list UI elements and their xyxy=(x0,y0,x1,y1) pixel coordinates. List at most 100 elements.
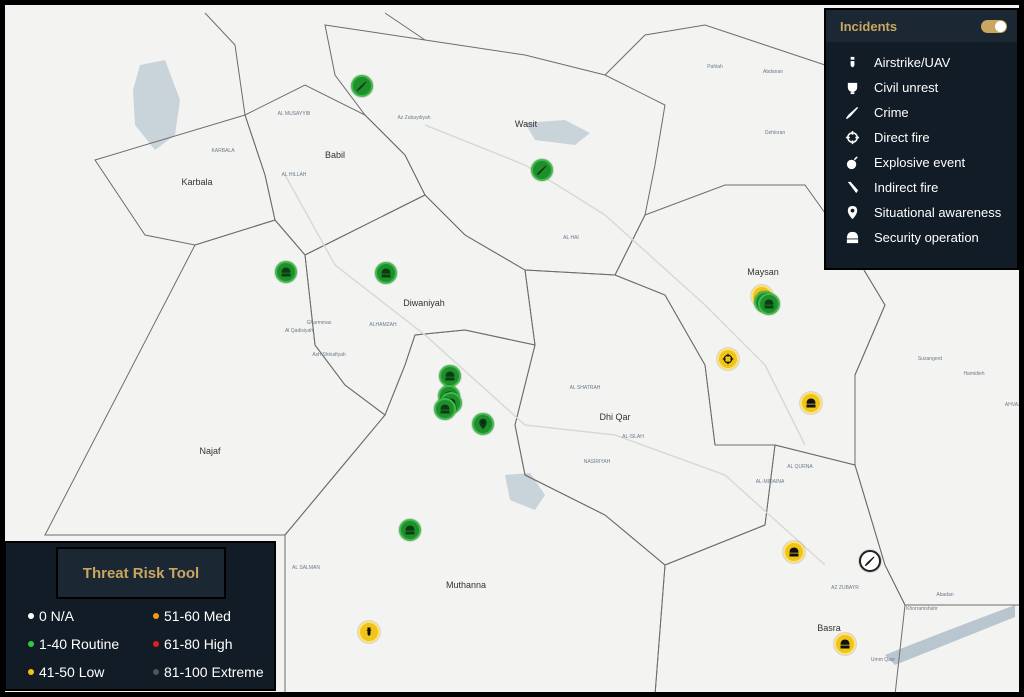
crime-icon xyxy=(844,105,860,121)
border-muthanna xyxy=(284,329,666,692)
map-label: Najaf xyxy=(199,446,221,456)
map-label: AL-MIDAINA xyxy=(755,479,785,485)
threat-level-item: 51-60 Med xyxy=(153,608,278,624)
situational-awareness-icon xyxy=(844,205,860,221)
map-label: AL ISLAH xyxy=(622,434,644,440)
incident-filter-situational-awareness[interactable]: Situational awareness xyxy=(844,200,1017,225)
map-label: AL SALMAN xyxy=(292,565,320,571)
threat-level-dot xyxy=(153,669,159,675)
security-operation-marker[interactable] xyxy=(275,261,297,283)
threat-level-label: 1-40 Routine xyxy=(39,636,120,652)
map-label: Wasit xyxy=(514,119,538,129)
threat-level-dot xyxy=(28,641,34,647)
map-label: Khorramshahr xyxy=(906,606,938,612)
map-label: Susangerd xyxy=(917,356,943,362)
security-operation-marker[interactable] xyxy=(834,633,856,655)
map-label: AL SHATRAH xyxy=(569,385,601,391)
map-label: Pahlah xyxy=(707,64,723,70)
map-label: Muthanna xyxy=(445,580,487,590)
border-dhiqar xyxy=(514,269,776,566)
border-wasit xyxy=(324,24,666,276)
incident-filter-direct-fire[interactable]: Direct fire xyxy=(844,125,1017,150)
border-babil xyxy=(244,84,426,256)
map-label: Abadan xyxy=(936,592,954,598)
crime-marker[interactable] xyxy=(351,75,373,97)
threat-level-dot xyxy=(28,669,34,675)
threat-level-item: 0 N/A xyxy=(28,608,153,624)
threat-level-item: 41-50 Low xyxy=(28,664,153,680)
incidents-title: Incidents xyxy=(840,18,898,34)
incidents-header: Incidents xyxy=(826,10,1017,42)
security-operation-marker[interactable] xyxy=(439,365,461,387)
security-operation-marker[interactable] xyxy=(399,519,421,541)
map-label: Abdanan xyxy=(762,69,784,75)
threat-risk-title: Threat Risk Tool xyxy=(82,564,200,582)
map-label: Diwaniyah xyxy=(403,298,445,308)
map-label: Umm Qasr xyxy=(870,657,896,663)
threat-level-label: 51-60 Med xyxy=(164,608,231,624)
threat-level-item: 61-80 High xyxy=(153,636,278,652)
threat-risk-header[interactable]: Threat Risk Tool xyxy=(56,547,226,599)
security-operation-marker[interactable] xyxy=(434,398,456,420)
map-label: Basra xyxy=(817,623,841,633)
threat-risk-panel: Threat Risk Tool 0 N/A 51-60 Med 1-40 Rout… xyxy=(4,541,276,691)
incident-filter-civil-unrest[interactable]: Civil unrest xyxy=(844,75,1017,100)
security-operation-icon xyxy=(844,230,860,246)
threat-risk-legend: 0 N/A 51-60 Med 1-40 Routine 61-80 High 41-5… xyxy=(28,608,278,680)
map-label: KARBALA xyxy=(211,148,235,154)
airstrike-icon xyxy=(844,55,860,71)
civil-unrest-icon xyxy=(844,80,860,96)
map-label: Ash Shinafiyah xyxy=(312,352,346,358)
incident-label: Security operation xyxy=(874,230,979,245)
crime-marker[interactable] xyxy=(531,159,553,181)
map-label: Babil xyxy=(324,150,346,160)
incident-label: Explosive event xyxy=(874,155,966,170)
marsh-hammar xyxy=(505,473,545,510)
map-label: Dhi Qar xyxy=(599,412,631,422)
incident-filter-crime[interactable]: Crime xyxy=(844,100,1017,125)
map-label: Dehloran xyxy=(764,130,786,136)
border-west xyxy=(204,12,246,116)
incident-label: Civil unrest xyxy=(874,80,939,95)
security-operation-marker[interactable] xyxy=(375,262,397,284)
road-2 xyxy=(424,124,806,446)
map-label: AL HILLAH xyxy=(281,172,307,178)
incidents-list: Airstrike/UAV Civil unrest Crime Direct fir… xyxy=(826,42,1017,250)
map-label: NASIRIYAH xyxy=(583,459,611,465)
road-1 xyxy=(284,174,826,566)
direct-fire-marker[interactable] xyxy=(717,348,739,370)
map-label: AL HAI xyxy=(563,235,579,241)
explosive-icon xyxy=(844,155,860,171)
map-label: ALHAMZAH xyxy=(369,322,397,328)
situational-awareness-marker[interactable] xyxy=(472,413,494,435)
security-operation-marker[interactable] xyxy=(800,392,822,414)
threat-level-dot xyxy=(153,613,159,619)
crime-marker[interactable] xyxy=(859,550,881,572)
incident-filter-indirect-fire[interactable]: Indirect fire xyxy=(844,175,1017,200)
threat-level-dot xyxy=(28,613,34,619)
incident-filter-security-operation[interactable]: Security operation xyxy=(844,225,1017,250)
direct-fire-icon xyxy=(844,130,860,146)
map-label: AHVAZ xyxy=(1004,402,1022,408)
incidents-toggle[interactable] xyxy=(981,19,1007,33)
indirect-fire-icon xyxy=(844,180,860,196)
map-label: Az Zubaydiyah xyxy=(397,115,431,121)
airstrike-uav-marker[interactable] xyxy=(358,621,380,643)
threat-level-label: 61-80 High xyxy=(164,636,233,652)
map-label: Karbala xyxy=(181,177,213,187)
threat-level-dot xyxy=(153,641,159,647)
incident-label: Crime xyxy=(874,105,909,120)
incident-label: Situational awareness xyxy=(874,205,1002,220)
threat-level-label: 0 N/A xyxy=(39,608,75,624)
border-north xyxy=(384,12,426,41)
incident-label: Direct fire xyxy=(874,130,930,145)
security-operation-marker[interactable] xyxy=(783,541,805,563)
incident-filter-explosive[interactable]: Explosive event xyxy=(844,150,1017,175)
incident-filter-airstrike[interactable]: Airstrike/UAV xyxy=(844,50,1017,75)
map-label: Hamidieh xyxy=(963,371,985,377)
security-operation-marker[interactable] xyxy=(758,293,780,315)
incidents-panel: Incidents Airstrike/UAV Civil unrest Crime… xyxy=(824,8,1019,270)
threat-level-label: 81-100 Extreme xyxy=(164,664,264,680)
map-label: Maysan xyxy=(747,267,779,277)
threat-level-item: 1-40 Routine xyxy=(28,636,153,652)
